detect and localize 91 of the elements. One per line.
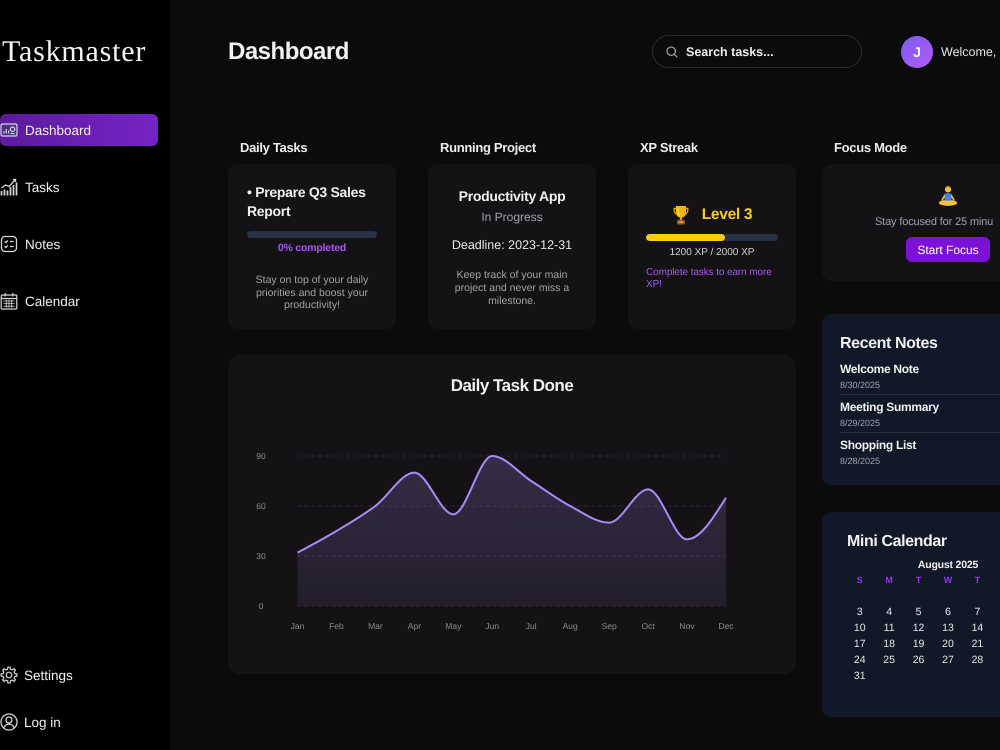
user-icon bbox=[0, 713, 18, 731]
checklist-icon bbox=[0, 235, 18, 253]
note-title: Welcome Note bbox=[840, 361, 919, 377]
dashboard-icon bbox=[0, 121, 18, 139]
meditating-person-icon bbox=[937, 185, 959, 207]
calendar-day[interactable]: 4 bbox=[886, 604, 892, 620]
note-title: Shopping List bbox=[840, 437, 916, 453]
app-logo: Taskmaster bbox=[2, 34, 146, 70]
axis-tick-label: Oct bbox=[641, 621, 655, 631]
calendar-icon bbox=[0, 292, 18, 310]
axis-tick-label: Jun bbox=[485, 621, 500, 631]
search-icon bbox=[666, 46, 678, 58]
calendar-day[interactable]: 24 bbox=[854, 652, 866, 668]
calendar-day[interactable]: 13 bbox=[942, 620, 954, 636]
card-heading: Running Project bbox=[440, 140, 536, 156]
focus-message: Stay focused for 25 minu bbox=[875, 215, 994, 229]
axis-tick-label: Jul bbox=[526, 621, 537, 631]
axis-tick-label: 30 bbox=[256, 551, 266, 561]
card-heading: XP Streak bbox=[640, 140, 698, 156]
search-field[interactable]: Search tasks... bbox=[652, 35, 862, 68]
axis-tick-label: Nov bbox=[679, 621, 695, 631]
task-item: • Prepare Q3 Sales Report bbox=[247, 183, 367, 221]
calendar-month: August 2025 bbox=[918, 559, 978, 571]
axis-tick-label: Dec bbox=[718, 621, 734, 631]
axis-tick-label: 90 bbox=[256, 451, 266, 461]
progress-text: 0% completed bbox=[278, 241, 346, 255]
calendar-day[interactable]: 11 bbox=[884, 620, 895, 636]
calendar-day[interactable]: 25 bbox=[883, 652, 895, 668]
card-title: Mini Calendar bbox=[847, 532, 947, 552]
calendar-day[interactable]: 10 bbox=[854, 620, 866, 636]
card-description: Stay on top of your daily priorities and boost your productivity! bbox=[254, 274, 370, 312]
calendar-day[interactable]: 17 bbox=[854, 636, 866, 652]
axis-tick-label: Jan bbox=[290, 621, 304, 631]
card-heading: Daily Tasks bbox=[240, 140, 308, 156]
sidebar-item[interactable]: Log in bbox=[0, 710, 61, 734]
chart-title: Daily Task Done bbox=[450, 377, 574, 395]
trophy-icon bbox=[672, 205, 690, 225]
calendar-day[interactable]: 18 bbox=[883, 636, 895, 652]
level-text: Level 3 bbox=[702, 206, 752, 224]
calendar-day[interactable]: 3 bbox=[856, 604, 863, 620]
xp-hint: Complete tasks to earn more XP! bbox=[646, 267, 773, 291]
project-status: In Progress bbox=[481, 209, 543, 225]
weekday-label: T bbox=[916, 574, 922, 587]
calendar-day[interactable]: 6 bbox=[945, 604, 951, 620]
calendar-day[interactable]: 21 bbox=[972, 636, 984, 652]
bar-chart-icon bbox=[0, 178, 18, 196]
axis-tick-label: Feb bbox=[329, 621, 344, 631]
axis-tick-label: Sep bbox=[602, 621, 617, 631]
note-title: Meeting Summary bbox=[840, 399, 939, 415]
calendar-day[interactable]: 7 bbox=[974, 604, 980, 620]
axis-tick-label: 60 bbox=[256, 501, 266, 511]
calendar-day[interactable]: 26 bbox=[912, 652, 924, 668]
welcome-text: Welcome, bbox=[941, 44, 996, 58]
calendar-day[interactable]: 27 bbox=[942, 652, 954, 668]
card-description: Keep track of your main project and never miss a milestone. bbox=[454, 269, 570, 308]
axis-tick-label: 0 bbox=[258, 601, 264, 611]
calendar-day[interactable]: 5 bbox=[916, 604, 922, 620]
weekday-label: M bbox=[885, 574, 893, 587]
user-avatar[interactable]: J bbox=[901, 36, 933, 68]
calendar-day[interactable]: 14 bbox=[972, 620, 984, 636]
note-item[interactable]: Meeting Summary 8/29/2025 bbox=[840, 395, 1000, 433]
sidebar-item[interactable]: Settings bbox=[0, 663, 73, 687]
card-heading: Focus Mode bbox=[834, 140, 907, 156]
note-item[interactable]: Shopping List 8/28/2025 bbox=[840, 433, 1000, 470]
axis-tick-label: May bbox=[445, 621, 462, 631]
note-item[interactable]: Welcome Note 8/30/2025 bbox=[840, 360, 1000, 395]
page-title: Dashboard bbox=[228, 38, 349, 66]
note-date: 8/29/2025 bbox=[840, 417, 880, 429]
nav-item[interactable]: Notes bbox=[0, 228, 158, 260]
nav-item[interactable]: Dashboard bbox=[0, 114, 158, 146]
project-deadline: Deadline: 2023-12-31 bbox=[452, 237, 572, 253]
weekday-label: S bbox=[856, 574, 863, 587]
nav-item[interactable]: Calendar bbox=[0, 285, 158, 317]
card-title: Recent Notes bbox=[840, 334, 938, 354]
axis-tick-label: Aug bbox=[562, 621, 578, 631]
xp-count: 1200 XP / 2000 XP bbox=[670, 246, 754, 259]
settings-icon bbox=[0, 666, 18, 684]
calendar-day[interactable]: 31 bbox=[854, 668, 866, 684]
nav-item[interactable]: Tasks bbox=[0, 171, 158, 203]
axis-tick-label: Apr bbox=[408, 621, 421, 631]
calendar-day[interactable]: 20 bbox=[942, 636, 954, 652]
calendar-day[interactable]: 12 bbox=[912, 620, 924, 636]
calendar-day[interactable]: 28 bbox=[972, 652, 984, 668]
note-date: 8/30/2025 bbox=[840, 379, 880, 391]
weekday-label: W bbox=[944, 574, 952, 587]
start-focus-button[interactable]: Start Focus bbox=[906, 237, 990, 262]
project-name: Productivity App bbox=[458, 187, 566, 205]
note-date: 8/28/2025 bbox=[840, 455, 880, 467]
axis-tick-label: Mar bbox=[368, 621, 383, 631]
calendar-day[interactable]: 19 bbox=[912, 636, 924, 652]
weekday-label: T bbox=[974, 574, 980, 587]
